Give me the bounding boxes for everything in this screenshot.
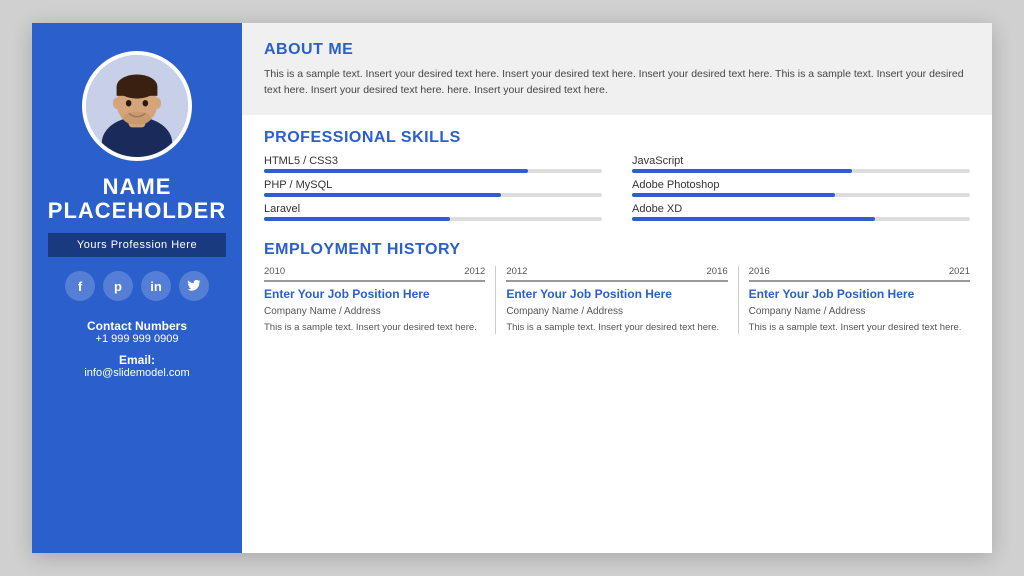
skill-bar-fill xyxy=(632,193,835,197)
job-title: Enter Your Job Position Here xyxy=(506,287,727,302)
job-desc: This is a sample text. Insert your desir… xyxy=(749,321,970,335)
job-desc: This is a sample text. Insert your desir… xyxy=(264,321,485,335)
year-start: 2010 xyxy=(264,266,285,277)
about-section: ABOUT ME This is a sample text. Insert y… xyxy=(242,23,992,115)
skills-section: PROFESSIONAL SKILLS HTML5 / CSS3 JavaScr… xyxy=(242,115,992,231)
employment-section: EMPLOYMENT HISTORY 2010 2012 Enter Your … xyxy=(242,231,992,553)
year-start: 2012 xyxy=(506,266,527,277)
employment-columns: 2010 2012 Enter Your Job Position Here C… xyxy=(264,266,970,335)
email-label: Email: xyxy=(84,353,189,367)
skill-label: Adobe Photoshop xyxy=(632,179,970,191)
job-title: Enter Your Job Position Here xyxy=(749,287,970,302)
skill-item: PHP / MySQL xyxy=(264,179,602,197)
year-start: 2016 xyxy=(749,266,770,277)
job-title: Enter Your Job Position Here xyxy=(264,287,485,302)
skill-item: Laravel xyxy=(264,203,602,221)
year-end: 2016 xyxy=(707,266,728,277)
year-row: 2012 2016 xyxy=(506,266,727,277)
skill-bar-bg xyxy=(632,193,970,197)
pinterest-icon[interactable]: p xyxy=(103,271,133,301)
skill-bar-bg xyxy=(264,193,602,197)
resume-card: NAME PLACEHOLDER Yours Profession Here f… xyxy=(32,23,992,553)
skills-grid: HTML5 / CSS3 JavaScript PHP / MySQL Adob… xyxy=(264,155,970,221)
about-text: This is a sample text. Insert your desir… xyxy=(264,66,970,99)
avatar xyxy=(82,51,192,161)
skills-title: PROFESSIONAL SKILLS xyxy=(264,129,970,147)
job-company: Company Name / Address xyxy=(506,306,727,317)
profession-bar: Yours Profession Here xyxy=(48,233,226,257)
contact-label: Contact Numbers xyxy=(84,319,189,333)
linkedin-icon[interactable]: in xyxy=(141,271,171,301)
twitter-icon[interactable] xyxy=(179,271,209,301)
employment-title: EMPLOYMENT HISTORY xyxy=(264,241,970,259)
skill-bar-bg xyxy=(632,169,970,173)
year-row: 2010 2012 xyxy=(264,266,485,277)
job-desc: This is a sample text. Insert your desir… xyxy=(506,321,727,335)
facebook-icon[interactable]: f xyxy=(65,271,95,301)
social-icons: f p in xyxy=(65,271,209,301)
year-line xyxy=(749,280,970,282)
profile-name: NAME PLACEHOLDER xyxy=(48,175,226,223)
contact-section: Contact Numbers +1 999 999 0909 Email: i… xyxy=(84,319,189,387)
job-company: Company Name / Address xyxy=(264,306,485,317)
skill-item: JavaScript xyxy=(632,155,970,173)
skill-label: HTML5 / CSS3 xyxy=(264,155,602,167)
year-row: 2016 2021 xyxy=(749,266,970,277)
about-title: ABOUT ME xyxy=(264,41,970,59)
year-line xyxy=(506,280,727,282)
skill-bar-fill xyxy=(264,169,528,173)
sidebar: NAME PLACEHOLDER Yours Profession Here f… xyxy=(32,23,242,553)
skill-label: JavaScript xyxy=(632,155,970,167)
year-end: 2012 xyxy=(464,266,485,277)
job-column: 2016 2021 Enter Your Job Position Here C… xyxy=(739,266,970,335)
main-content: ABOUT ME This is a sample text. Insert y… xyxy=(242,23,992,553)
skill-item: Adobe XD xyxy=(632,203,970,221)
year-end: 2021 xyxy=(949,266,970,277)
skill-label: PHP / MySQL xyxy=(264,179,602,191)
skill-bar-bg xyxy=(264,217,602,221)
job-company: Company Name / Address xyxy=(749,306,970,317)
skill-bar-bg xyxy=(632,217,970,221)
email-value: info@slidemodel.com xyxy=(84,367,189,379)
skill-bar-fill xyxy=(264,193,501,197)
skill-bar-fill xyxy=(632,169,852,173)
skill-item: Adobe Photoshop xyxy=(632,179,970,197)
job-column: 2010 2012 Enter Your Job Position Here C… xyxy=(264,266,496,335)
skill-bar-bg xyxy=(264,169,602,173)
contact-phone: +1 999 999 0909 xyxy=(84,333,189,345)
job-column: 2012 2016 Enter Your Job Position Here C… xyxy=(496,266,738,335)
skill-label: Laravel xyxy=(264,203,602,215)
skill-label: Adobe XD xyxy=(632,203,970,215)
skill-bar-fill xyxy=(264,217,450,221)
year-line xyxy=(264,280,485,282)
skill-item: HTML5 / CSS3 xyxy=(264,155,602,173)
skill-bar-fill xyxy=(632,217,875,221)
